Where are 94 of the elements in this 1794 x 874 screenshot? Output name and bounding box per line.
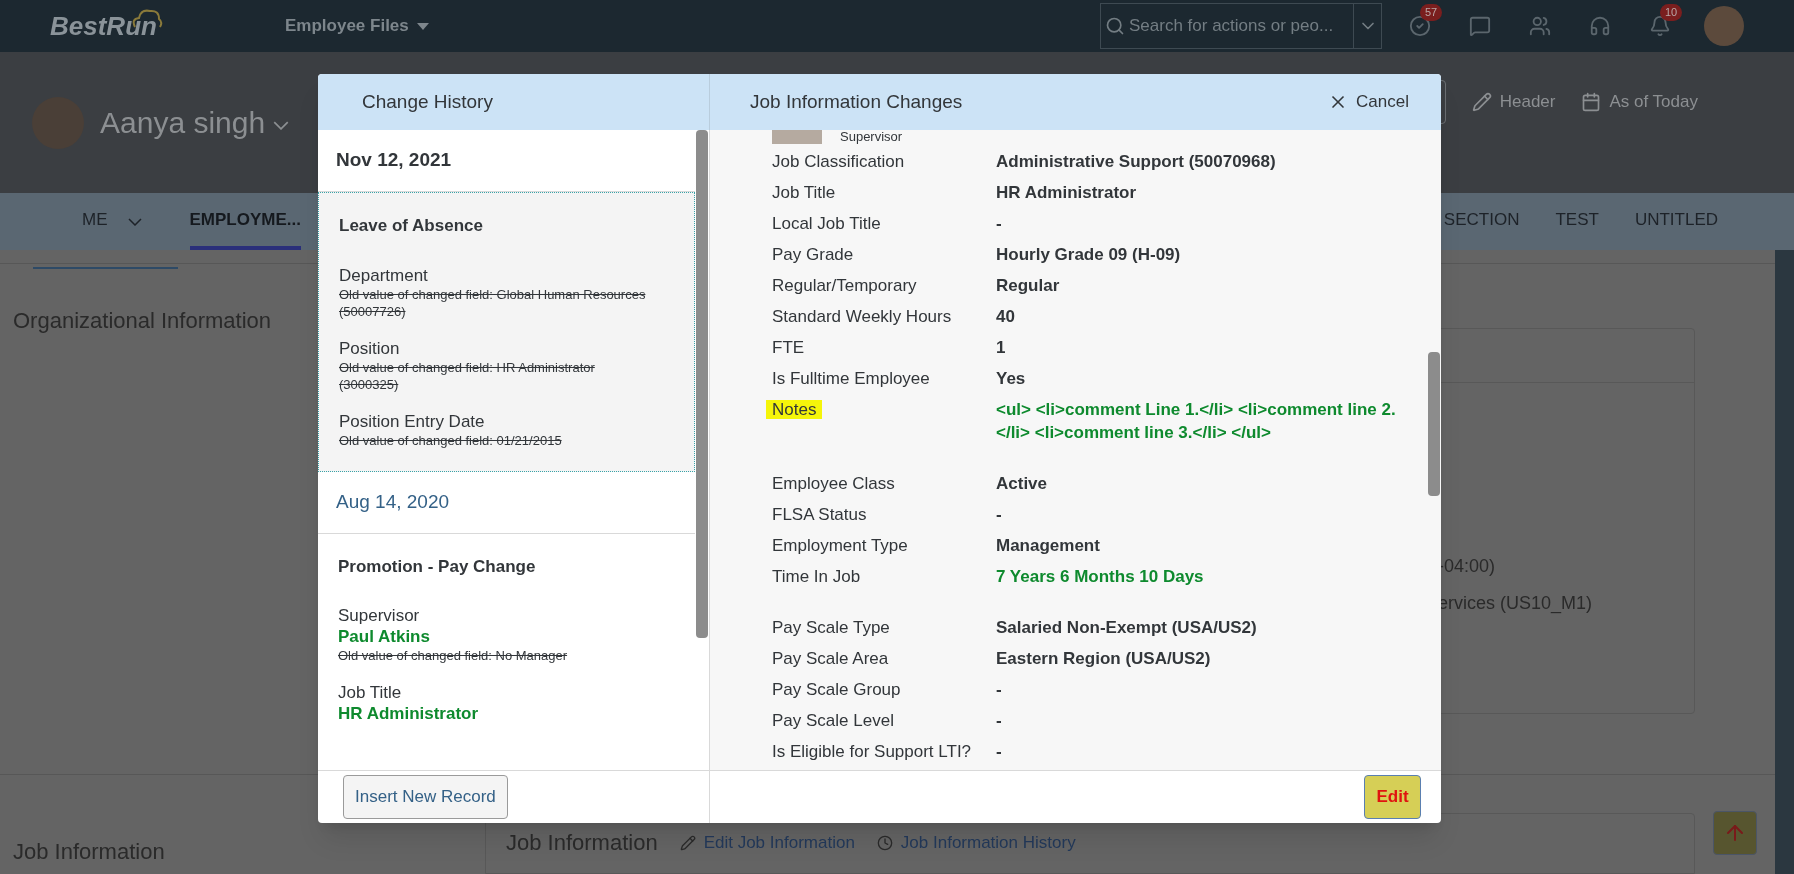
employee-name[interactable]: Aanya singh <box>100 100 290 145</box>
toolbar-button[interactable]: 57 <box>1400 6 1440 46</box>
scroll-top-button[interactable] <box>1713 811 1757 855</box>
field-value: Administrative Support (50070968) <box>996 151 1276 173</box>
calendar-icon <box>1581 91 1602 112</box>
card-link[interactable]: Edit Job Information <box>679 830 855 856</box>
highlighted-field-label: Notes <box>766 400 823 419</box>
field-value: 40 <box>996 306 1015 328</box>
field-label: Supervisor <box>338 605 421 626</box>
section-title: Organizational Information <box>13 308 272 333</box>
chevron-down-icon[interactable] <box>127 217 142 226</box>
header-action[interactable]: As of Today <box>1581 88 1698 115</box>
task-check-icon <box>1409 15 1431 37</box>
notification-badge: 10 <box>1660 4 1683 21</box>
field-label: Regular/Temporary <box>772 276 917 295</box>
old-value: Old value of changed field: Global Human Resources (50007726) <box>339 285 647 320</box>
field-value: Salaried Non-Exempt (USA/US2) <box>996 617 1257 639</box>
field-label: Employee Class <box>772 474 895 493</box>
headset-icon <box>1589 15 1611 37</box>
toolbar-button[interactable]: 10 <box>1640 6 1680 46</box>
field-value: - <box>996 710 1002 732</box>
panel-title: Change History <box>362 89 493 114</box>
clock-icon <box>876 834 893 851</box>
field-label: Department <box>339 264 429 286</box>
field-value: - <box>996 504 1002 526</box>
field-label: Time In Job <box>772 567 861 586</box>
old-value: Old value of changed field: No Manager <box>338 647 569 664</box>
app-menu[interactable]: Employee Files <box>285 13 429 39</box>
tab[interactable]: UNTITLED <box>1634 193 1718 250</box>
field-value: Hourly Grade 09 (H-09) <box>996 244 1181 266</box>
new-value: HR Administrator <box>338 703 480 724</box>
chat-icon <box>1469 15 1491 37</box>
field-label: Job Title <box>772 183 836 202</box>
header-action[interactable]: Header <box>1471 88 1556 115</box>
new-value: Paul Atkins <box>338 626 431 647</box>
field-label: Local Job Title <box>772 214 881 233</box>
bell-icon <box>1649 15 1671 37</box>
old-value: Old value of changed field: HR Administrator (3000325) <box>339 358 596 393</box>
field-label: Pay Scale Level <box>772 711 894 730</box>
field-value: Regular <box>996 275 1060 297</box>
history-event[interactable]: Leave of Absence Department Old value of changed field: Global Human Resources (50007726) Position Old value of changed field: HR Administrator (3000325) Position Entry Date Old value of changed field: 01/21/2015 <box>318 192 695 472</box>
field-value: - <box>996 741 1002 763</box>
insert-record-button[interactable]: Insert New Record <box>343 775 508 819</box>
field-value: <ul> <li>comment Line 1.</li> <li>comment line 2.</li> <li>comment line 3.</li> </ul> <box>996 399 1397 444</box>
field-label: Job Title <box>338 682 403 703</box>
field-label: Pay Scale Area <box>772 649 889 668</box>
tab[interactable]: SECTION <box>1443 193 1520 250</box>
cancel-button[interactable]: Cancel <box>1328 89 1409 115</box>
card-title: Job Information <box>506 829 658 857</box>
panel-title: Job Information Changes <box>749 89 963 114</box>
field-label: Position Entry Date <box>339 410 486 432</box>
field-value: 7 Years 6 Months 10 Days <box>996 566 1204 588</box>
old-value: Old value of changed field: 01/21/2015 <box>339 431 563 449</box>
field-value: - <box>996 679 1002 701</box>
field-label: Pay Grade <box>772 245 854 264</box>
field-label: Is Fulltime Employee <box>772 369 930 388</box>
field-label: Position <box>339 337 401 359</box>
notification-badge: 57 <box>1420 4 1443 21</box>
field-value: Management <box>996 535 1100 557</box>
field-label: Job Classification <box>772 152 905 171</box>
search-input[interactable]: Search for actions or peo... <box>1129 13 1353 39</box>
caret-icon <box>416 22 429 30</box>
tab[interactable]: ME <box>82 193 108 250</box>
logo[interactable]: BestRun <box>50 6 157 46</box>
field-value: 1 <box>996 337 1006 359</box>
field-label: Supervisor <box>840 130 903 144</box>
edit-button[interactable]: Edit <box>1364 775 1421 819</box>
pencil-icon <box>679 834 696 851</box>
field-value: Active <box>996 473 1048 495</box>
avatar[interactable] <box>1704 6 1744 46</box>
search-field[interactable]: Search for actions or peo... <box>1100 3 1382 49</box>
field-label: Standard Weekly Hours <box>772 307 952 326</box>
tab[interactable]: TEST <box>1555 193 1599 250</box>
field-value: HR Administrator <box>996 182 1137 204</box>
people-icon <box>1529 15 1551 37</box>
field-label: Pay Scale Type <box>772 618 890 637</box>
card-text: -04:00) <box>1438 555 1497 578</box>
field-label: FLSA Status <box>772 505 867 524</box>
field-value: Yes <box>996 368 1026 390</box>
scrollbar-thumb[interactable] <box>1428 352 1440 496</box>
scrollbar-thumb[interactable] <box>696 130 708 638</box>
field-value: Eastern Region (USA/US2) <box>996 648 1211 670</box>
chevron-down-icon[interactable] <box>273 121 290 130</box>
history-date[interactable]: Aug 14, 2020 <box>318 471 695 534</box>
field-label: Pay Scale Group <box>772 680 901 699</box>
field-value: - <box>996 213 1002 235</box>
pencil-icon <box>1471 91 1492 112</box>
field-label: FTE <box>772 338 805 357</box>
search-icon <box>1105 16 1125 36</box>
photo-placeholder <box>772 130 822 144</box>
field-label: Is Eligible for Support LTI? <box>772 742 972 761</box>
field-label: Employment Type <box>772 536 908 555</box>
section-title: Job Information <box>13 839 165 864</box>
card-link[interactable]: Job Information History <box>876 830 1076 856</box>
